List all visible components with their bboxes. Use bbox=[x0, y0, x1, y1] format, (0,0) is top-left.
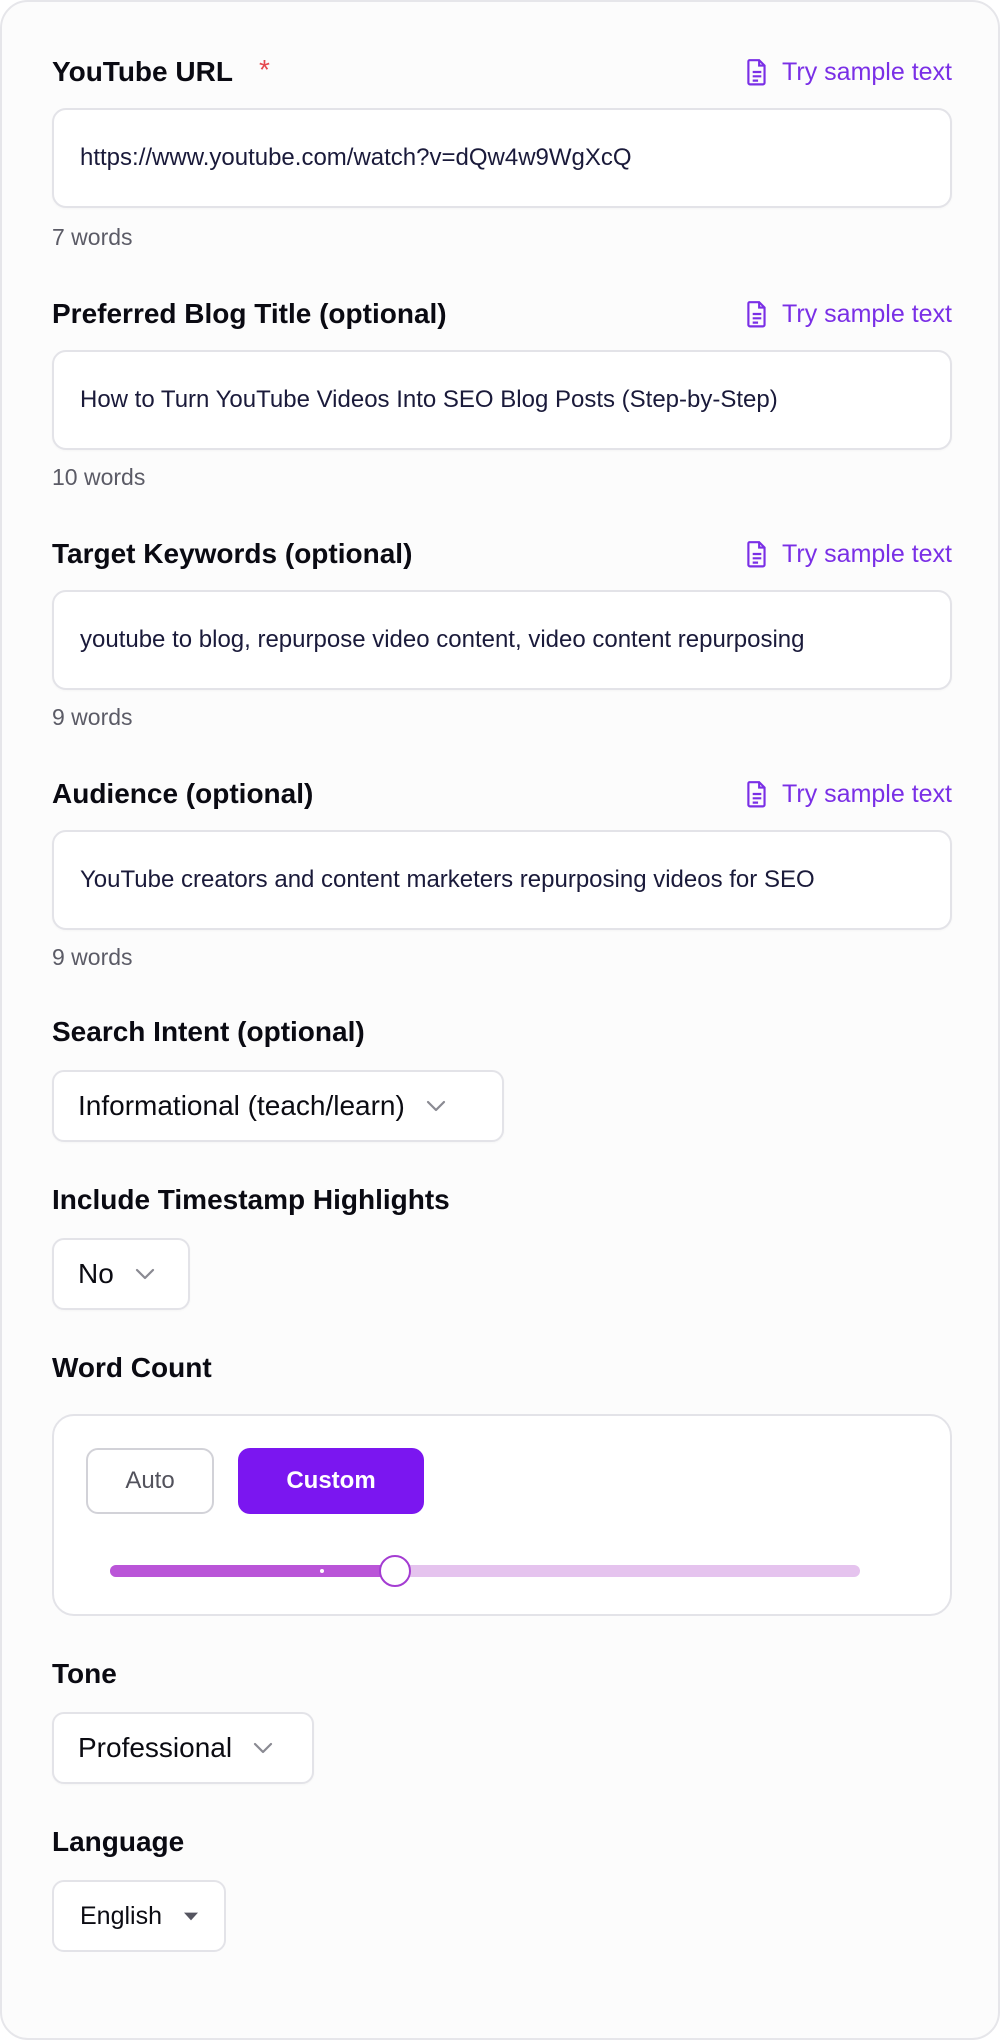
youtube-url-label-group: YouTube URL * bbox=[52, 54, 270, 88]
document-icon bbox=[747, 781, 766, 808]
required-marker: * bbox=[258, 54, 270, 85]
chevron-down-icon bbox=[426, 1100, 445, 1112]
search-intent-select[interactable]: Informational (teach/learn) bbox=[52, 1070, 504, 1142]
youtube-url-input[interactable]: https://www.youtube.com/watch?v=dQw4w9Wg… bbox=[52, 108, 952, 208]
chevron-down-icon bbox=[253, 1742, 273, 1754]
audience-label: Audience (optional) bbox=[52, 778, 314, 809]
auto-mode-button[interactable]: Auto bbox=[86, 1448, 214, 1514]
search-intent-value: Informational (teach/learn) bbox=[78, 1090, 405, 1121]
timestamp-highlights-label: Include Timestamp Highlights bbox=[52, 1184, 450, 1215]
blog-title-header: Preferred Blog Title (optional) Try samp… bbox=[52, 294, 952, 334]
word-count-audience: 9 words bbox=[52, 944, 133, 970]
language-label: Language bbox=[52, 1826, 185, 1857]
custom-mode-button[interactable]: Custom bbox=[238, 1448, 424, 1514]
word-count-url: 7 words bbox=[52, 224, 133, 250]
word-count-panel: Auto Custom bbox=[52, 1414, 952, 1616]
try-sample-button-title[interactable]: Try sample text bbox=[744, 300, 952, 329]
document-icon bbox=[747, 301, 766, 328]
try-sample-label: Try sample text bbox=[782, 539, 952, 568]
keywords-label: Target Keywords (optional) bbox=[52, 538, 413, 569]
youtube-url-header: YouTube URL * Try sample text bbox=[52, 52, 952, 92]
slider-step-marker bbox=[320, 1569, 324, 1573]
keywords-input[interactable]: youtube to blog, repurpose video content… bbox=[52, 590, 952, 690]
language-value: English bbox=[80, 1901, 162, 1930]
timestamp-highlights-value: No bbox=[78, 1258, 114, 1289]
tone-value: Professional bbox=[78, 1732, 233, 1763]
word-count-title: 10 words bbox=[52, 464, 146, 490]
youtube-url-label: YouTube URL bbox=[52, 56, 233, 87]
audience-header: Audience (optional) Try sample text bbox=[52, 774, 952, 814]
word-count-slider-track[interactable] bbox=[110, 1555, 860, 1587]
blog-title-label: Preferred Blog Title (optional) bbox=[52, 298, 447, 329]
try-sample-button-audience[interactable]: Try sample text bbox=[744, 780, 952, 809]
word-count-slider-thumb[interactable] bbox=[379, 1555, 411, 1587]
word-count-slider-fill bbox=[110, 1565, 395, 1577]
tone-label: Tone bbox=[52, 1658, 117, 1689]
try-sample-button-url[interactable]: Try sample text bbox=[744, 58, 952, 87]
try-sample-label: Try sample text bbox=[782, 779, 952, 808]
try-sample-button-keywords[interactable]: Try sample text bbox=[744, 540, 952, 569]
chevron-down-icon bbox=[135, 1268, 154, 1280]
document-icon bbox=[747, 541, 766, 568]
search-intent-label: Search Intent (optional) bbox=[52, 1016, 365, 1047]
word-count-label: Word Count bbox=[52, 1352, 212, 1383]
timestamp-highlights-select[interactable]: No bbox=[52, 1238, 190, 1310]
word-count-keywords: 9 words bbox=[52, 704, 133, 730]
keywords-header: Target Keywords (optional) Try sample te… bbox=[52, 534, 952, 574]
blog-title-input[interactable]: How to Turn YouTube Videos Into SEO Blog… bbox=[52, 350, 952, 450]
document-icon bbox=[747, 59, 766, 86]
tone-select[interactable]: Professional bbox=[52, 1712, 314, 1784]
caret-down-icon bbox=[184, 1912, 198, 1920]
form-card: YouTube URL * Try sample text https://www… bbox=[0, 0, 1000, 2040]
try-sample-label: Try sample text bbox=[782, 57, 952, 86]
audience-input[interactable]: YouTube creators and content marketers r… bbox=[52, 830, 952, 930]
language-select[interactable]: English bbox=[52, 1880, 226, 1952]
try-sample-label: Try sample text bbox=[782, 299, 952, 328]
